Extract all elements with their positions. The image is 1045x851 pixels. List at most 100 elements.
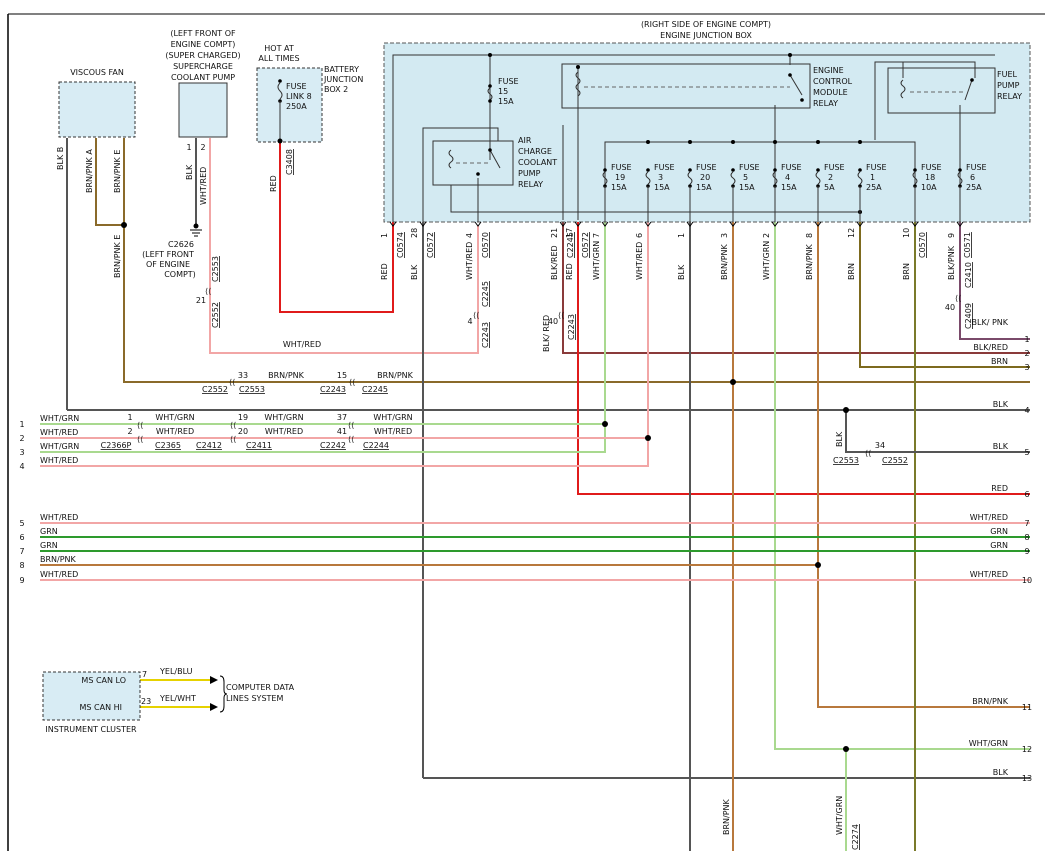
svg-text:⟨⟨: ⟨⟨: [348, 421, 354, 430]
svg-text:25A: 25A: [866, 183, 882, 192]
svg-text:COMPT): COMPT): [164, 270, 196, 279]
wiring-diagram: VISCOUS FAN BLK B BRN/PNK A BRN/PNK E BR…: [7, 13, 1045, 851]
bp-c2410: C2410: [964, 262, 973, 288]
bp-15: 15: [337, 371, 347, 380]
svg-text:RELAY: RELAY: [997, 92, 1022, 101]
whtred-mid: WHT/RED: [283, 340, 321, 349]
svg-text:8: 8: [19, 561, 24, 570]
svg-text:17: 17: [565, 228, 574, 238]
svg-text:8: 8: [1024, 533, 1029, 542]
svg-text:20: 20: [700, 173, 710, 182]
svg-text:PUMP: PUMP: [997, 81, 1020, 90]
svg-text:FUSE: FUSE: [921, 163, 942, 172]
svg-text:BLK/RED: BLK/RED: [973, 343, 1008, 352]
svg-text:FUSE: FUSE: [286, 82, 307, 91]
n34: 34: [875, 441, 885, 450]
svg-text:RED: RED: [380, 263, 389, 280]
svg-text:AIR: AIR: [518, 136, 532, 145]
svg-text:C0574: C0574: [396, 232, 405, 258]
splice-dot: [730, 379, 736, 385]
svg-text:19: 19: [615, 173, 625, 182]
right-wire-3: 3 BRN: [991, 357, 1030, 372]
svg-text:1: 1: [380, 233, 389, 238]
svg-text:BRN: BRN: [991, 357, 1008, 366]
bp-c2553: C2553: [239, 385, 265, 394]
svg-text:2: 2: [19, 434, 24, 443]
bp-sym: ⟨⟨: [955, 294, 961, 303]
svg-text:C0572: C0572: [581, 232, 590, 258]
engine-junction-box: [383, 42, 1031, 223]
bp-sym2: ⟨⟨: [349, 378, 355, 387]
wr-4: 4: [467, 317, 472, 326]
c2553b: C2553: [833, 456, 859, 465]
svg-text:WHT/GRN: WHT/GRN: [969, 739, 1008, 748]
svg-text:WHT/GRN: WHT/GRN: [40, 414, 79, 423]
bp-33: 33: [238, 371, 248, 380]
conn-c2552: C2552: [211, 302, 220, 328]
svg-text:⟨⟨: ⟨⟨: [137, 435, 143, 444]
left-wire-labels: 1 WHT/GRN 2 WHT/RED 3 WHT/GRN 4 WHT/RED 5 WHT/RED…: [19, 414, 79, 585]
svg-text:ALL TIMES: ALL TIMES: [258, 54, 299, 63]
conn-c2553: C2553: [211, 256, 220, 282]
svg-text:WHT/RED: WHT/RED: [40, 570, 78, 579]
svg-text:WHT/RED: WHT/RED: [465, 242, 474, 280]
can-yelwht: YEL/WHT: [159, 694, 196, 703]
svg-text:⟨⟨: ⟨⟨: [230, 421, 236, 430]
svg-text:15: 15: [498, 87, 508, 96]
fan-pin-e: BRN/PNK E: [113, 150, 122, 193]
svg-text:1: 1: [1024, 335, 1029, 344]
svg-text:GRN: GRN: [990, 541, 1008, 550]
svg-text:FUSE: FUSE: [611, 163, 632, 172]
svg-text:CHARGE: CHARGE: [518, 147, 552, 156]
svg-text:2: 2: [828, 173, 833, 182]
coolant-pump-box: [178, 82, 228, 138]
pump-blk-label: BLK: [185, 164, 194, 180]
svg-text:10: 10: [1022, 576, 1032, 585]
right-wire-4: 4 BLK: [993, 400, 1030, 415]
svg-text:(LEFT FRONT OF: (LEFT FRONT OF: [170, 29, 236, 38]
svg-text:3: 3: [1024, 363, 1029, 372]
inline-labels: C2245 4 C2243 ⟨⟨ 40 BLK/ RED C2243 ⟨⟨ C2…: [202, 262, 973, 850]
svg-text:RED: RED: [991, 484, 1008, 493]
svg-text:15A: 15A: [611, 183, 627, 192]
svg-text:GRN: GRN: [40, 541, 58, 550]
svg-text:9: 9: [1024, 547, 1029, 556]
viscous-fan-label: VISCOUS FAN: [70, 68, 124, 77]
svg-text:9: 9: [947, 233, 956, 238]
svg-text:8: 8: [805, 233, 814, 238]
left-wire-8: 8 BRN/PNK: [19, 555, 76, 570]
arrow-icon: [210, 703, 218, 711]
bp-c2245: C2245: [362, 385, 388, 394]
svg-text:COMPUTER DATA: COMPUTER DATA: [226, 683, 295, 692]
br-c2243: C2243: [567, 314, 576, 340]
svg-text:BRN: BRN: [847, 263, 856, 280]
splice-dot: [843, 407, 849, 413]
splice-dot: [843, 746, 849, 752]
svg-text:6: 6: [1024, 490, 1029, 499]
svg-text:C2244: C2244: [363, 441, 389, 450]
svg-text:OF ENGINE: OF ENGINE: [146, 260, 190, 269]
svg-text:1: 1: [677, 233, 686, 238]
svg-text:BRN: BRN: [902, 263, 911, 280]
fan-brnpnk-label: BRN/PNK E: [113, 235, 122, 278]
wire-fuselink-red: [279, 141, 394, 313]
svg-text:C2411: C2411: [246, 441, 272, 450]
svg-text:WHT/RED: WHT/RED: [40, 456, 78, 465]
svg-text:BLK: BLK: [677, 264, 686, 280]
can-yelblu: YEL/BLU: [159, 667, 193, 676]
left-wire-4: 4 WHT/RED: [19, 456, 78, 471]
svg-text:WHT/GRN: WHT/GRN: [762, 241, 771, 280]
svg-text:12: 12: [1022, 745, 1032, 754]
arrow-icon: [210, 676, 218, 684]
svg-text:6: 6: [635, 233, 644, 238]
svg-text:BOX 2: BOX 2: [324, 85, 348, 94]
svg-text:1: 1: [127, 413, 132, 422]
ejb-pin-labels: 1REDC0574 28BLKC0572 4WHT/RED C0570 21BLK/RE…: [380, 221, 972, 280]
svg-text:25A: 25A: [966, 183, 982, 192]
viscous-fan-box: [58, 81, 136, 138]
battery-junction-box-label: BATTERY JUNCTION BOX 2: [323, 65, 363, 94]
svg-text:10A: 10A: [921, 183, 937, 192]
svg-text:(SUPER CHARGED): (SUPER CHARGED): [165, 51, 240, 60]
svg-text:1: 1: [870, 173, 875, 182]
left-wire-7: 7 GRN: [19, 541, 57, 556]
